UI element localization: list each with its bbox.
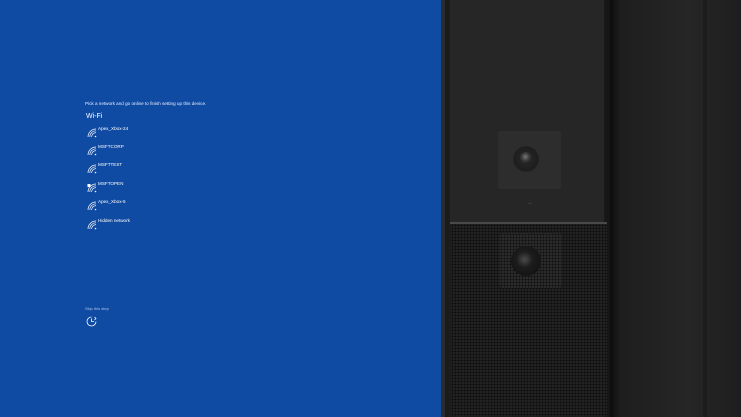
network-item-msfttest[interactable]: MSFTTEST (87, 162, 237, 176)
ease-of-access-icon[interactable] (86, 316, 97, 327)
camera-indicator-light (528, 203, 532, 204)
setup-prompt: Pick a network and go online to finish s… (85, 101, 207, 106)
network-item-msftcorp[interactable]: MSFTCORP (87, 144, 237, 158)
wifi-open-network-icon (87, 183, 97, 193)
network-name: MSFTCORP (98, 144, 124, 149)
wifi-signal-icon (87, 164, 97, 174)
device-side-panel (610, 0, 741, 417)
wifi-hidden-network-icon (87, 220, 97, 230)
speaker-lens-icon (511, 246, 541, 276)
network-name: MSFTTEST (98, 162, 123, 167)
camera-lens-icon (520, 152, 532, 164)
wifi-signal-icon (87, 128, 97, 138)
network-name: Apex_Xbox-5 (98, 199, 126, 204)
network-name: Apex_Xbox-24 (98, 126, 129, 131)
network-name: Hidden network (98, 218, 130, 223)
network-item-msftopen[interactable]: MSFTOPEN (87, 181, 237, 195)
network-item-hidden-network[interactable]: Hidden network (87, 218, 237, 232)
wifi-signal-icon (87, 201, 97, 211)
network-name: MSFTOPEN (98, 181, 124, 186)
setup-screen: Pick a network and go online to finish s… (0, 0, 444, 417)
wifi-signal-icon (87, 146, 97, 156)
network-item-apex-xbox-24[interactable]: Apex_Xbox-24 (87, 126, 237, 140)
skip-this-step-link[interactable]: Skip this step (85, 306, 109, 311)
device-side-strip (703, 0, 707, 417)
wifi-section-title: Wi-Fi (86, 113, 103, 120)
network-item-apex-xbox-5[interactable]: Apex_Xbox-5 (87, 199, 237, 213)
